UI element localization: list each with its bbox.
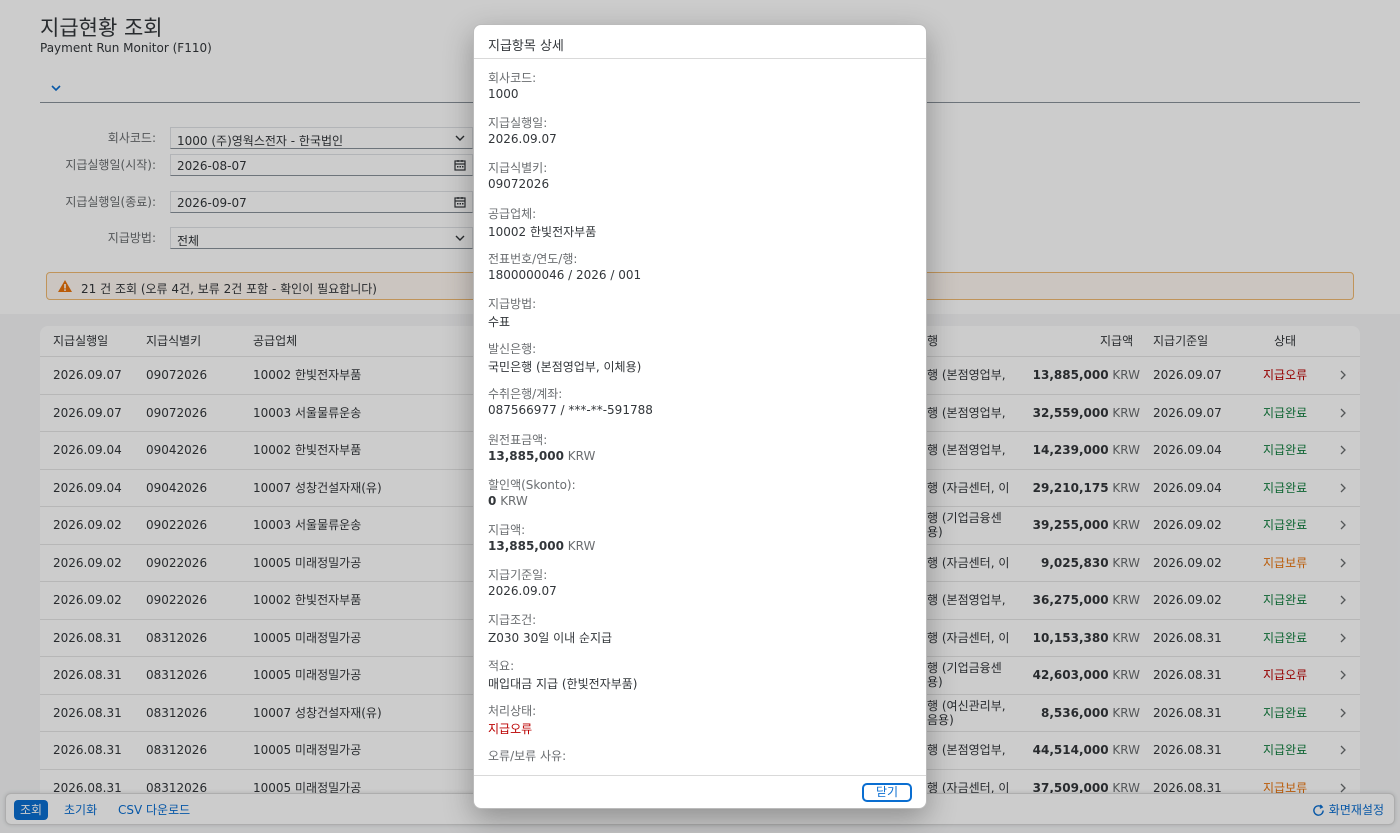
detail-field: 지급식별키: 09072026 xyxy=(488,159,908,195)
field-value: 2026.09.07 xyxy=(488,132,557,147)
field-value: 09072026 xyxy=(488,177,550,192)
field-label: 지급식별키: xyxy=(488,161,548,176)
field-value: Z030 30일 이내 순지급 xyxy=(488,631,613,646)
field-value: 10002 한빛전자부품 xyxy=(488,224,597,239)
field-label: 지급액: xyxy=(488,523,526,537)
detail-dialog: 지급항목 상세 회사코드: 1000 지급실행일: 2026.09.07 지급식별키: 0… xyxy=(473,24,927,809)
field-label: 처리상태: xyxy=(488,703,537,718)
field-label: 공급업체: xyxy=(488,206,537,221)
field-label: 지급방법: xyxy=(488,297,537,311)
field-value: 13,885,000 KRW xyxy=(488,539,908,557)
dialog-footer-divider xyxy=(474,775,926,776)
field-label: 발신은행: xyxy=(488,342,537,357)
close-button[interactable]: 닫기 xyxy=(862,783,912,802)
field-label: 오류/보류 사유: xyxy=(488,749,567,763)
amount-value: 0 xyxy=(488,493,497,508)
detail-field: 지급조건: Z030 30일 이내 순지급 xyxy=(488,611,908,647)
field-value: 1000 xyxy=(488,87,519,101)
field-label: 회사코드: xyxy=(488,71,537,85)
detail-field: 지급기준일: 2026.09.07 xyxy=(488,566,908,602)
detail-field: 적요: 매입대금 지급 (한빛전자부품) xyxy=(488,657,908,693)
field-label: 지급실행일: xyxy=(488,116,548,131)
field-value: 매입대금 지급 (한빛전자부품) xyxy=(488,676,638,691)
field-value: 수표 xyxy=(488,315,511,329)
detail-field: 지급방법: 수표 xyxy=(488,295,908,331)
field-value: 13,885,000 KRW xyxy=(488,449,908,467)
detail-field: 지급실행일: 2026.09.07 xyxy=(488,114,908,150)
dialog-title: 지급항목 상세 xyxy=(488,39,564,54)
field-value xyxy=(488,765,908,775)
currency: KRW xyxy=(567,539,596,553)
field-label: 수취은행/계좌: xyxy=(488,387,563,402)
detail-field: 오류/보류 사유: xyxy=(488,747,908,775)
amount-value: 13,885,000 xyxy=(488,448,564,463)
detail-field: 수취은행/계좌: 087566977 / ***-**-591788 xyxy=(488,385,908,421)
field-value: 국민은행 (본점영업부, 이체용) xyxy=(488,360,642,375)
detail-field: 공급업체: 10002 한빛전자부품 xyxy=(488,205,908,241)
field-label: 전표번호/연도/행: xyxy=(488,251,578,266)
field-label: 지급조건: xyxy=(488,613,537,628)
detail-field: 처리상태: 지급오류 xyxy=(488,702,908,738)
detail-field: 회사코드: 1000 xyxy=(488,69,908,105)
currency: KRW xyxy=(500,493,528,508)
field-value: 1800000046 / 2026 / 001 xyxy=(488,267,642,282)
detail-field: 원전표금액: 13,885,000 KRW xyxy=(488,431,908,467)
detail-field: 전표번호/연도/행: 1800000046 / 2026 / 001 xyxy=(488,250,908,286)
field-label: 적요: xyxy=(488,658,515,673)
dialog-body[interactable]: 회사코드: 1000 지급실행일: 2026.09.07 지급식별키: 09072026 공… xyxy=(474,59,926,775)
field-value: 0 KRW xyxy=(488,494,908,512)
detail-field: 할인액(Skonto): 0 KRW xyxy=(488,476,908,512)
field-value: 2026.09.07 xyxy=(488,584,557,599)
field-label: 원전표금액: xyxy=(488,432,548,447)
field-label: 지급기준일: xyxy=(488,568,548,583)
field-label: 할인액(Skonto): xyxy=(488,477,576,492)
amount-value: 13,885,000 xyxy=(488,539,564,553)
currency: KRW xyxy=(567,448,596,463)
detail-field: 발신은행: 국민은행 (본점영업부, 이체용) xyxy=(488,340,908,376)
field-value: 087566977 / ***-**-591788 xyxy=(488,403,653,418)
field-value: 지급오류 xyxy=(488,721,533,736)
detail-field: 지급액: 13,885,000 KRW xyxy=(488,521,908,557)
